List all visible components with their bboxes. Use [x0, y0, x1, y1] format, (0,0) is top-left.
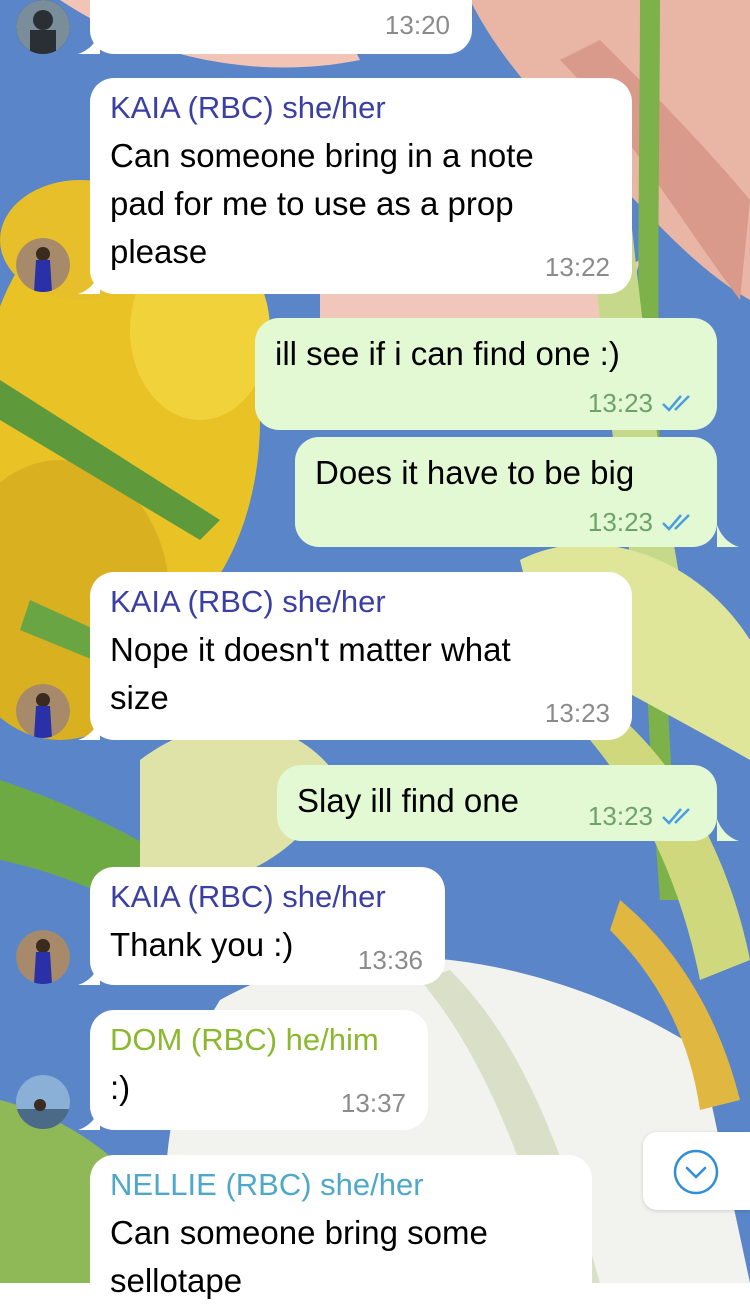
message-text: ill see if i can find one :) [275, 335, 620, 372]
message-bubble[interactable]: KAIA (RBC) she/her Thank you :) 13:36 [90, 867, 445, 985]
message-time: 13:23 [587, 507, 653, 537]
message-bubble-outgoing[interactable]: Slay ill find one 13:23 [277, 765, 717, 841]
message-text: Nope it doesn't matter what size [110, 631, 511, 716]
message-text: :) [110, 1069, 131, 1106]
avatar[interactable] [16, 684, 70, 738]
bubble-tail [78, 272, 100, 294]
message-bubble[interactable]: KAIA (RBC) she/her Nope it doesn't matte… [90, 572, 632, 740]
avatar[interactable] [16, 1075, 70, 1129]
message-time: 13:22 [544, 252, 610, 282]
message-time: 13:20 [384, 10, 450, 40]
avatar[interactable] [16, 238, 70, 292]
message-time: 13:23 [587, 801, 653, 831]
bubble-tail [717, 525, 739, 547]
bubble-tail [78, 1108, 100, 1130]
sender-name[interactable]: KAIA (RBC) she/her [110, 90, 386, 126]
message-text: Can someone bring in a note pad for me t… [110, 137, 534, 270]
message-text: Slay ill find one [297, 782, 519, 819]
sender-name[interactable]: KAIA (RBC) she/her [110, 584, 386, 620]
bubble-tail [717, 819, 739, 841]
message-time: 13:23 [587, 388, 653, 418]
message-text: Thank you :) [110, 926, 294, 963]
scroll-to-bottom-button[interactable] [643, 1132, 750, 1210]
avatar[interactable] [16, 930, 70, 984]
chevron-down-circle-icon [673, 1149, 719, 1195]
message-text: Does it have to be big [315, 454, 635, 491]
double-check-icon [662, 514, 690, 531]
message-time: 13:36 [357, 945, 423, 975]
message-bubble[interactable]: KAIA (RBC) she/her Can someone bring in … [90, 78, 632, 294]
bubble-tail [78, 32, 100, 54]
message-bubble[interactable]: NELLIE (RBC) she/her Can someone bring s… [90, 1155, 592, 1315]
double-check-icon [662, 395, 690, 412]
message-time: 13:23 [544, 698, 610, 728]
bubble-tail [78, 963, 100, 985]
message-bubble[interactable]: 13:20 [90, 0, 472, 54]
bubble-tail [78, 718, 100, 740]
sender-name[interactable]: NELLIE (RBC) she/her [110, 1167, 424, 1203]
message-text: Can someone bring some sellotape [110, 1214, 488, 1299]
message-bubble-outgoing[interactable]: Does it have to be big 13:23 [295, 437, 717, 547]
message-bubble[interactable]: DOM (RBC) he/him :) 13:37 [90, 1010, 428, 1130]
message-time: 13:37 [340, 1088, 406, 1118]
avatar[interactable] [16, 0, 70, 54]
double-check-icon [662, 808, 690, 825]
sender-name[interactable]: KAIA (RBC) she/her [110, 879, 386, 915]
sender-name[interactable]: DOM (RBC) he/him [110, 1022, 379, 1058]
message-bubble-outgoing[interactable]: ill see if i can find one :) 13:23 [255, 318, 717, 430]
